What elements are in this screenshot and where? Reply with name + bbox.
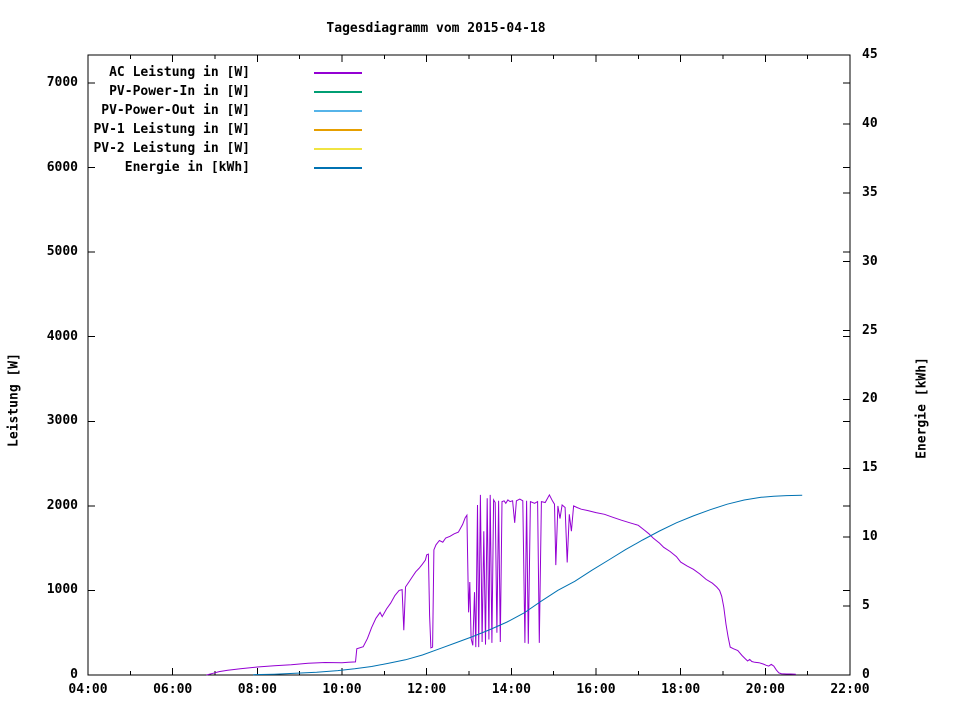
legend-line-swatch xyxy=(314,72,362,74)
legend-label: PV-Power-In in [W] xyxy=(109,84,250,99)
x-axis-tick-label: 06:00 xyxy=(153,682,193,697)
x-axis-tick-label: 10:00 xyxy=(322,682,362,697)
legend-item-pv-power-out-in-w: PV-Power-Out in [W] xyxy=(0,102,250,120)
legend-label: AC Leistung in [W] xyxy=(109,65,250,80)
y-axis-left-tick-label: 5000 xyxy=(46,244,78,260)
series-ac-leistung-in-w-line xyxy=(206,493,796,676)
legend-label: PV-1 Leistung in [W] xyxy=(93,122,250,137)
y-axis-right-tick-label: 25 xyxy=(862,322,878,338)
y-axis-right-tick-label: 35 xyxy=(862,184,878,200)
legend-item-pv-1-leistung-in-w: PV-1 Leistung in [W] xyxy=(0,121,250,139)
legend-item-pv-2-leistung-in-w: PV-2 Leistung in [W] xyxy=(0,140,250,158)
y-axis-left-tick-label: 4000 xyxy=(46,328,78,344)
x-axis-tick-label: 18:00 xyxy=(661,682,701,697)
legend-line-swatch xyxy=(314,91,362,93)
legend-line-swatch xyxy=(314,110,362,112)
y-axis-right-tick-label: 20 xyxy=(862,391,878,407)
legend-item-energie-in-kwh: Energie in [kWh] xyxy=(0,159,250,177)
y-axis-right-tick-label: 0 xyxy=(862,667,870,682)
y-axis-left-tick-label: 2000 xyxy=(46,497,78,513)
legend-label: PV-2 Leistung in [W] xyxy=(93,141,250,156)
x-axis-tick-label: 12:00 xyxy=(407,682,447,697)
x-axis-tick-label: 16:00 xyxy=(576,682,616,697)
y-axis-left-tick-label: 3000 xyxy=(46,413,78,429)
x-axis-tick-label: 08:00 xyxy=(237,682,277,697)
y-axis-right-tick-label: 30 xyxy=(862,253,878,269)
x-axis-tick-label: 14:00 xyxy=(491,682,531,697)
legend-label: PV-Power-Out in [W] xyxy=(101,103,250,118)
legend-item-ac-leistung-in-w: AC Leistung in [W] xyxy=(0,64,250,82)
y-axis-right-tick-label: 10 xyxy=(862,529,878,545)
legend-line-swatch xyxy=(314,129,362,131)
x-axis-tick-label: 20:00 xyxy=(745,682,785,697)
legend-line-swatch xyxy=(314,167,362,169)
y-axis-left-tick-label: 1000 xyxy=(46,582,78,598)
y-axis-right-tick-label: 45 xyxy=(862,47,878,62)
y-axis-right-tick-label: 5 xyxy=(862,598,870,614)
y-axis-right-tick-label: 15 xyxy=(862,460,878,476)
legend-label: Energie in [kWh] xyxy=(124,160,250,175)
legend-item-pv-power-in-in-w: PV-Power-In in [W] xyxy=(0,83,250,101)
x-axis-tick-label: 22:00 xyxy=(830,682,870,697)
x-axis-tick-label: 04:00 xyxy=(68,682,108,697)
chart-page: Tagesdiagramm vom 2015-04-18 Leistung [W… xyxy=(0,0,960,720)
y-axis-left-tick-label: 0 xyxy=(70,667,78,682)
y-axis-right-tick-label: 40 xyxy=(862,115,878,131)
legend-line-swatch xyxy=(314,148,362,150)
